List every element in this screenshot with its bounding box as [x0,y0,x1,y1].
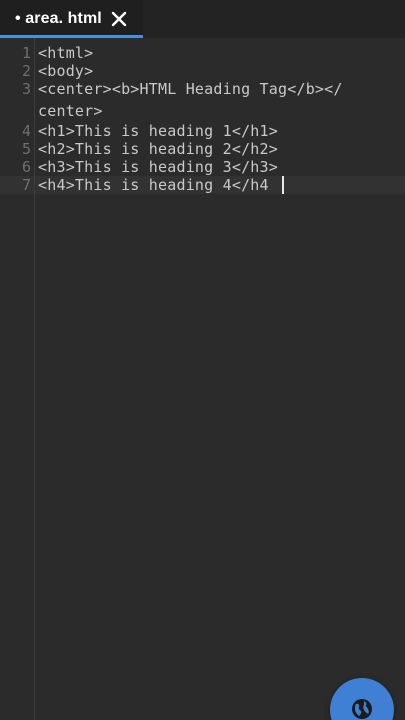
text-cursor [282,176,284,194]
code-line: <h2>This is heading 2</h2> [38,140,278,158]
line-number: 4 [21,122,31,140]
code-line: <h4>This is heading 4</h4 [38,176,269,194]
code-line-wrapped: center> [38,102,103,120]
line-number: 1 [21,44,31,62]
line-number: 2 [21,62,31,80]
tab-area-html[interactable]: • area. html [0,0,143,38]
code-line: <html> [38,44,94,62]
close-icon[interactable] [109,9,129,29]
gutter-divider [34,38,35,720]
code-line: <center><b>HTML Heading Tag</b></ [38,80,343,98]
line-number: 5 [21,140,31,158]
code-line: <h1>This is heading 1</h1> [38,122,278,140]
code-line: <body> [38,62,94,80]
code-editor[interactable]: 1 2 3 4 5 6 7 <html> <body> <center><b>H… [0,38,405,720]
globe-icon [352,699,372,719]
tab-bar: • area. html [0,0,405,38]
tab-label: • area. html [15,10,102,27]
code-line: <h3>This is heading 3</h3> [38,158,278,176]
line-number: 6 [21,158,31,176]
line-number: 3 [21,80,31,98]
editor-screen: • area. html 1 2 3 4 5 6 7 <html> <body>… [0,0,405,720]
line-number: 7 [21,176,31,194]
